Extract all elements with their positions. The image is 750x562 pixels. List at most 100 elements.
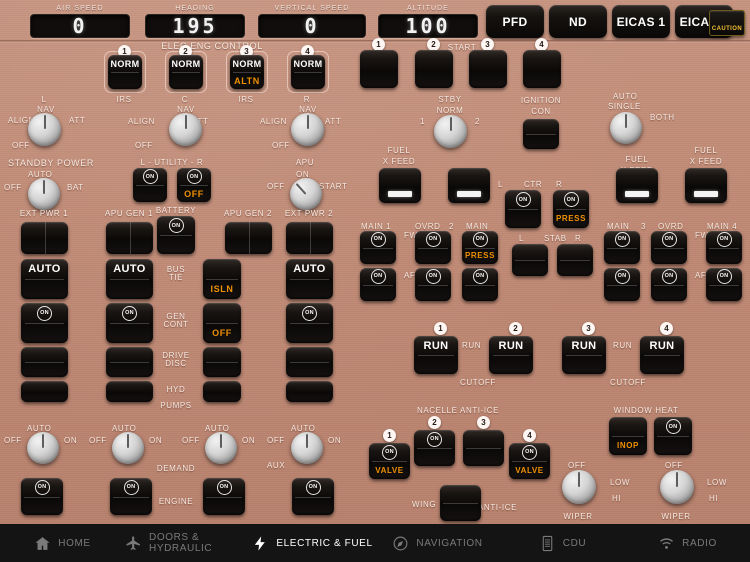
window-heat-switch-right[interactable]: ON [654,417,692,455]
tab-home[interactable]: HOME [0,524,125,562]
fuel-xfeed-switch-4[interactable] [685,168,727,203]
start-switch-2[interactable] [415,50,453,88]
readout-heading[interactable]: 195 [145,14,245,38]
display-button-eicas-1[interactable]: EICAS 1 [612,5,670,38]
fuel-xfeed-switch-3[interactable] [616,168,658,203]
engine-fuel-switch-4[interactable]: RUN [640,336,684,374]
wing-anti-ice-switch[interactable] [440,485,481,521]
ctr-pump-right[interactable]: ON PRESS [553,190,589,228]
start-switch-4[interactable] [523,50,561,88]
ext-pwr-2-indicator[interactable] [286,222,333,254]
ext-pwr-2-drive-disc[interactable] [286,347,333,377]
hyd-knob-2[interactable] [112,432,144,464]
nacelle-anti-ice-1[interactable]: ON VALVE [369,443,410,479]
ext-pwr-1-hyd[interactable] [21,381,68,402]
wiper-knob-left[interactable] [562,470,596,504]
nacelle-anti-ice-4[interactable]: ON VALVE [509,443,550,479]
main-4-aft-pump[interactable]: ON [706,268,742,301]
apu-gen-1-auto-switch[interactable]: AUTO [106,259,153,299]
main-3-aft-pump[interactable]: ON [604,268,640,301]
main-2-fwd-pump[interactable]: ON PRESS [462,231,498,264]
ext-pwr-1-on-switch[interactable]: ON [21,303,68,343]
ext-pwr-2-hyd[interactable] [286,381,333,402]
apu-gen-1-indicator[interactable] [106,222,153,254]
utility-switch-left[interactable]: ON [133,168,167,202]
apu-knob[interactable] [290,178,322,210]
hyd-engine-pump-4[interactable]: ON [292,478,334,515]
fuel-auto-knob[interactable] [610,112,642,144]
engine-fuel-switch-1[interactable]: RUN [414,336,458,374]
ext-pwr-1-indicator[interactable] [21,222,68,254]
hyd-knob-4[interactable] [291,432,323,464]
ovrd-2-fwd-pump[interactable]: ON [415,231,451,264]
drive-disc-center-switch[interactable] [203,347,241,377]
standby-power-title: STANDBY POWER [8,158,94,168]
engine-fuel-switch-2[interactable]: RUN [489,336,533,374]
tab-radio[interactable]: RADIO [625,524,750,562]
start-switch-1[interactable] [360,50,398,88]
hyd-knob-1[interactable] [27,432,59,464]
main-4-fwd-pump[interactable]: ON [706,231,742,264]
battery-switch[interactable]: ON [157,216,195,254]
irs-knob-center[interactable] [169,113,202,146]
gen-cont-off-switch[interactable]: OFF [203,303,241,343]
hyd-engine-pump-1[interactable]: ON [21,478,63,515]
eec-switch-1[interactable]: NORM [108,55,142,89]
eec-switch-3[interactable]: NORM ALTN [230,55,264,89]
irs-label-right: IRS [238,95,254,104]
display-button-pfd[interactable]: PFD [486,5,544,38]
main-1-fwd-pump[interactable]: ON [360,231,396,264]
tab-electric-fuel[interactable]: ELECTRIC & FUEL [250,524,375,562]
ctr-pump-left[interactable]: ON [505,190,541,228]
apu-gen-1-hyd[interactable] [106,381,153,402]
ext-pwr-2-auto-switch[interactable]: AUTO [286,259,333,299]
ext-pwr-2-on-switch[interactable]: ON [286,303,333,343]
main-1-aft-pump[interactable]: ON [360,268,396,301]
ignition-con-switch[interactable] [523,119,559,149]
irs-r-off-label: OFF [272,141,290,150]
irs-c-align-label: ALIGN [128,117,156,126]
apu-gen-1-on-switch[interactable]: ON [106,303,153,343]
eec-switch-4[interactable]: NORM [291,55,325,89]
wiper-knob-right[interactable] [660,470,694,504]
ext-pwr-1-auto-switch[interactable]: AUTO [21,259,68,299]
nacelle-anti-ice-3[interactable] [463,430,504,466]
readout-vertical-speed[interactable]: 0 [258,14,366,38]
engine-fuel-switch-3[interactable]: RUN [562,336,606,374]
ovrd-2-aft-pump[interactable]: ON [415,268,451,301]
display-button-nd[interactable]: ND [549,5,607,38]
irs-knob-left[interactable] [28,113,61,146]
ext-pwr-1-drive-disc[interactable] [21,347,68,377]
ovrd-4-aft-pump[interactable]: ON [651,268,687,301]
stby-norm-knob[interactable] [434,115,467,148]
main-2-fwd-on-badge: ON [472,231,488,247]
tab-navigation[interactable]: NAVIGATION [375,524,500,562]
hyd-center-switch[interactable] [203,381,241,402]
caution-indicator[interactable]: CAUTION [709,10,745,36]
bus-tie-isln-switch[interactable]: ISLN [203,259,241,299]
hyd-knob-3[interactable] [205,432,237,464]
irs-knob-right[interactable] [291,113,324,146]
fuel-xfeed-switch-1[interactable] [379,168,421,203]
tab-cdu[interactable]: CDU [500,524,625,562]
stab-pump-left[interactable] [512,244,548,276]
stab-pump-right[interactable] [557,244,593,276]
start-switch-3[interactable] [469,50,507,88]
eec-switch-2[interactable]: NORM [169,55,203,89]
main-2-aft-pump[interactable]: ON [462,268,498,301]
utility-switch-right[interactable]: ON OFF [177,168,211,202]
readout-altitude[interactable]: 100 [378,14,478,38]
window-heat-switch-left[interactable]: INOP [609,417,647,455]
nacelle-anti-ice-2[interactable]: ON [414,430,455,466]
main-3-fwd-pump[interactable]: ON [604,231,640,264]
apu-gen-1-drive-disc[interactable] [106,347,153,377]
readout-airspeed[interactable]: 0 [30,14,130,38]
norm-label: NORM [436,106,464,115]
ovrd-4-fwd-pump[interactable]: ON [651,231,687,264]
hyd-engine-pump-3[interactable]: ON [203,478,245,515]
tab-doors-hydraulic[interactable]: DOORS & HYDRAULIC [125,524,250,562]
standby-power-knob[interactable] [28,178,60,210]
apu-gen-2-indicator[interactable] [225,222,272,254]
hyd-engine-pump-2[interactable]: ON [110,478,152,515]
fuel-xfeed-switch-2[interactable] [448,168,490,203]
